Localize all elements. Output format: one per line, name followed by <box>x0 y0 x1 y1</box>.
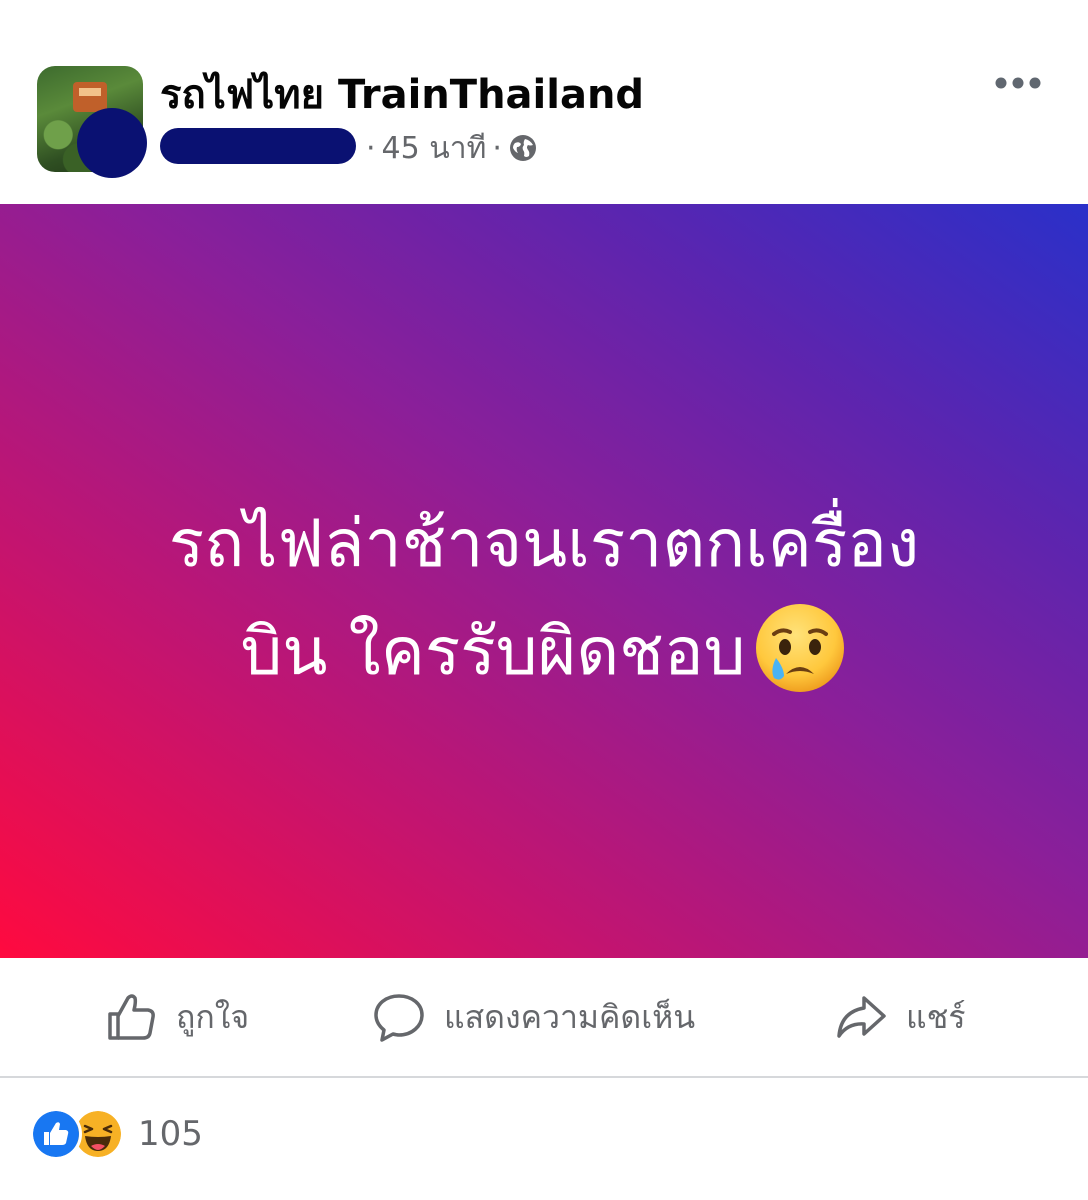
like-button[interactable]: ถูกใจ <box>104 958 249 1076</box>
sad-but-relieved-face-icon <box>755 603 844 692</box>
comment-bubble-icon <box>374 994 424 1042</box>
thumbs-up-icon <box>108 994 155 1040</box>
like-label: ถูกใจ <box>176 997 250 1036</box>
post-header: รถไฟไทย TrainThailand · 45 นาที · <box>0 0 1088 204</box>
more-horizontal-icon[interactable] <box>994 72 1042 94</box>
post-meta: · 45 นาที · <box>366 128 538 168</box>
divider <box>0 1076 1088 1078</box>
reaction-summary[interactable]: 105 <box>30 1108 203 1160</box>
text-post-background: รถไฟล่าช้าจนเราตกเครื่อง บิน ใครรับผิดชอ… <box>0 204 1088 958</box>
share-button[interactable]: แชร์ <box>834 958 966 1076</box>
meta-separator: · <box>366 130 376 166</box>
facebook-post: รถไฟไทย TrainThailand · 45 นาที · รถไฟล่… <box>0 0 1088 1200</box>
comment-button[interactable]: แสดงความคิดเห็น <box>372 958 695 1076</box>
post-action-bar: ถูกใจ แสดงความคิดเห็น แชร์ <box>0 958 1088 1076</box>
globe-icon[interactable] <box>508 133 538 163</box>
reaction-count: 105 <box>138 1114 203 1154</box>
comment-label: แสดงความคิดเห็น <box>444 997 696 1036</box>
post-text: รถไฟล่าช้าจนเราตกเครื่อง บิน ใครรับผิดชอ… <box>60 490 1028 706</box>
post-text-line-1: รถไฟล่าช้าจนเราตกเครื่อง <box>168 505 920 582</box>
post-text-line-2: บิน ใครรับผิดชอบ <box>60 598 1028 706</box>
share-arrow-icon <box>837 996 886 1038</box>
post-time[interactable]: 45 นาที <box>382 125 487 172</box>
meta-separator: · <box>492 130 502 166</box>
redaction-circle <box>77 108 147 178</box>
page-name-link[interactable]: รถไฟไทย TrainThailand <box>160 62 644 126</box>
post-text-line-2-text: บิน ใครรับผิดชอบ <box>240 613 746 690</box>
avatar-train <box>73 82 107 112</box>
like-reaction-icon <box>30 1108 82 1160</box>
share-label: แชร์ <box>906 997 966 1036</box>
redaction-bar <box>160 128 356 164</box>
